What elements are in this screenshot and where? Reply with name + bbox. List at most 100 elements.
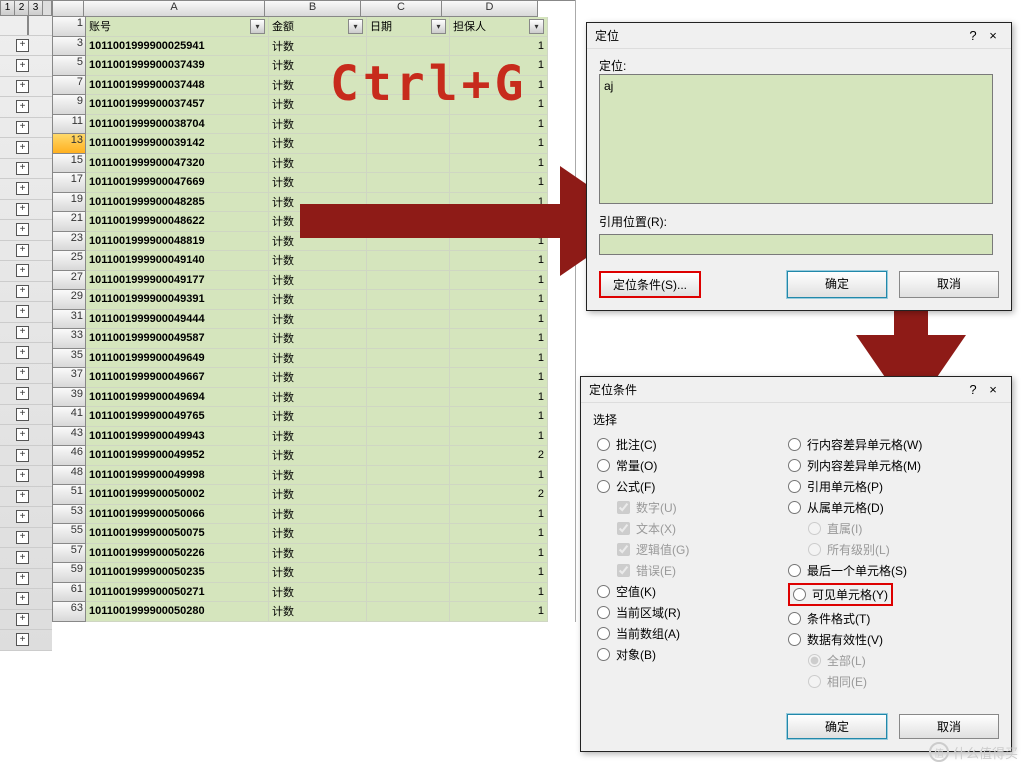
outline-expand-button[interactable]: + bbox=[16, 264, 29, 277]
cell-account[interactable]: 1011001999900049952 bbox=[86, 446, 269, 466]
cell-date[interactable] bbox=[367, 290, 450, 310]
cell-account[interactable]: 1011001999900049140 bbox=[86, 251, 269, 271]
cell-account[interactable]: 1011001999900037439 bbox=[86, 56, 269, 76]
cell-guarantor[interactable]: 1 bbox=[450, 544, 548, 564]
option-radio[interactable] bbox=[793, 588, 806, 601]
option-radio[interactable] bbox=[597, 648, 610, 661]
special-button[interactable]: 定位条件(S)... bbox=[599, 271, 701, 298]
option-row[interactable]: 错误(E) bbox=[617, 560, 788, 581]
cell-account[interactable]: 1011001999900037457 bbox=[86, 95, 269, 115]
cell-account[interactable]: 1011001999900049765 bbox=[86, 407, 269, 427]
option-checkbox[interactable] bbox=[617, 564, 630, 577]
cell-account[interactable]: 1011001999900049943 bbox=[86, 427, 269, 447]
cell-amount[interactable]: 计数 bbox=[269, 563, 367, 583]
option-radio[interactable] bbox=[788, 633, 801, 646]
row-header[interactable]: 48 bbox=[52, 466, 86, 486]
cell-date[interactable] bbox=[367, 115, 450, 135]
option-radio[interactable] bbox=[788, 612, 801, 625]
filter-arrow-icon[interactable]: ▾ bbox=[348, 19, 363, 34]
option-row[interactable]: 公式(F) bbox=[597, 476, 788, 497]
row-header[interactable]: 13 bbox=[52, 134, 86, 154]
table-row[interactable]: 411011001999900049765计数1 bbox=[52, 407, 575, 427]
cell-guarantor[interactable]: 1 bbox=[450, 310, 548, 330]
close-button[interactable]: × bbox=[983, 28, 1003, 43]
row-header[interactable]: 5 bbox=[52, 56, 86, 76]
cell-date[interactable] bbox=[367, 583, 450, 603]
outline-expand-button[interactable]: + bbox=[16, 490, 29, 503]
filter-arrow-icon[interactable]: ▾ bbox=[250, 19, 265, 34]
cell-guarantor[interactable]: 1 bbox=[450, 524, 548, 544]
cell-account[interactable]: 1011001999900047669 bbox=[86, 173, 269, 193]
cell-date[interactable] bbox=[367, 329, 450, 349]
option-radio[interactable] bbox=[788, 438, 801, 451]
option-row[interactable]: 批注(C) bbox=[597, 434, 788, 455]
cell-account[interactable]: 1011001999900038704 bbox=[86, 115, 269, 135]
row-header[interactable]: 23 bbox=[52, 232, 86, 252]
outline-expand-button[interactable]: + bbox=[16, 326, 29, 339]
outline-expand-button[interactable]: + bbox=[16, 449, 29, 462]
option-radio[interactable] bbox=[788, 564, 801, 577]
outline-expand-button[interactable]: + bbox=[16, 285, 29, 298]
option-row[interactable]: 直属(I) bbox=[808, 518, 979, 539]
option-radio[interactable] bbox=[597, 627, 610, 640]
cell-guarantor[interactable]: 1 bbox=[450, 329, 548, 349]
cell-amount[interactable]: 计数 bbox=[269, 583, 367, 603]
filter-arrow-icon[interactable]: ▾ bbox=[431, 19, 446, 34]
row-header[interactable]: 31 bbox=[52, 310, 86, 330]
outline-expand-button[interactable]: + bbox=[16, 367, 29, 380]
cell-account[interactable]: 1011001999900050226 bbox=[86, 544, 269, 564]
table-row[interactable]: 461011001999900049952计数2 bbox=[52, 446, 575, 466]
option-row[interactable]: 条件格式(T) bbox=[788, 608, 979, 629]
option-radio[interactable] bbox=[597, 459, 610, 472]
table-row[interactable]: 551011001999900050075计数1 bbox=[52, 524, 575, 544]
cell-account[interactable]: 1011001999900049391 bbox=[86, 290, 269, 310]
row-header[interactable]: 53 bbox=[52, 505, 86, 525]
table-row[interactable]: 331011001999900049587计数1 bbox=[52, 329, 575, 349]
table-row[interactable]: 291011001999900049391计数1 bbox=[52, 290, 575, 310]
cell-date[interactable] bbox=[367, 544, 450, 564]
option-row[interactable]: 对象(B) bbox=[597, 644, 788, 665]
outline-expand-button[interactable]: + bbox=[16, 80, 29, 93]
table-row[interactable]: 351011001999900049649计数1 bbox=[52, 349, 575, 369]
outline-expand-button[interactable]: + bbox=[16, 141, 29, 154]
cell-account[interactable]: 1011001999900050066 bbox=[86, 505, 269, 525]
cell-amount[interactable]: 计数 bbox=[269, 349, 367, 369]
cell-amount[interactable]: 计数 bbox=[269, 602, 367, 622]
cell-date[interactable] bbox=[367, 368, 450, 388]
cell-account[interactable]: 1011001999900025941 bbox=[86, 37, 269, 57]
row-header[interactable]: 37 bbox=[52, 368, 86, 388]
cell-date[interactable] bbox=[367, 563, 450, 583]
outline-expand-button[interactable]: + bbox=[16, 408, 29, 421]
col-header-C[interactable]: C bbox=[361, 1, 442, 17]
table-row[interactable]: 371011001999900049667计数1 bbox=[52, 368, 575, 388]
option-row[interactable]: 数字(U) bbox=[617, 497, 788, 518]
option-row[interactable]: 空值(K) bbox=[597, 581, 788, 602]
cell-amount[interactable]: 计数 bbox=[269, 388, 367, 408]
option-radio[interactable] bbox=[788, 501, 801, 514]
table-row[interactable]: 511011001999900050002计数2 bbox=[52, 485, 575, 505]
col-header-B[interactable]: B bbox=[265, 1, 361, 17]
row-header[interactable]: 39 bbox=[52, 388, 86, 408]
cell-account[interactable]: 1011001999900049694 bbox=[86, 388, 269, 408]
outline-expand-button[interactable]: + bbox=[16, 469, 29, 482]
help-button[interactable]: ? bbox=[963, 382, 983, 397]
cell-guarantor[interactable]: 1 bbox=[450, 407, 548, 427]
goto-ref-input[interactable] bbox=[599, 234, 993, 255]
cell-account[interactable]: 1011001999900049998 bbox=[86, 466, 269, 486]
cell-guarantor[interactable]: 1 bbox=[450, 37, 548, 57]
outline-expand-button[interactable]: + bbox=[16, 39, 29, 52]
cell-guarantor[interactable]: 1 bbox=[450, 388, 548, 408]
option-radio[interactable] bbox=[808, 543, 821, 556]
cell-date[interactable] bbox=[367, 485, 450, 505]
ok-button[interactable]: 确定 bbox=[787, 714, 887, 739]
cell-amount[interactable]: 计数 bbox=[269, 544, 367, 564]
cancel-button[interactable]: 取消 bbox=[899, 271, 999, 298]
row-header[interactable]: 17 bbox=[52, 173, 86, 193]
cell-date[interactable] bbox=[367, 134, 450, 154]
row-header[interactable]: 7 bbox=[52, 76, 86, 96]
option-row[interactable]: 最后一个单元格(S) bbox=[788, 560, 979, 581]
outline-expand-button[interactable]: + bbox=[16, 428, 29, 441]
cell-guarantor[interactable]: 1 bbox=[450, 115, 548, 135]
outline-expand-button[interactable]: + bbox=[16, 223, 29, 236]
cancel-button[interactable]: 取消 bbox=[899, 714, 999, 739]
